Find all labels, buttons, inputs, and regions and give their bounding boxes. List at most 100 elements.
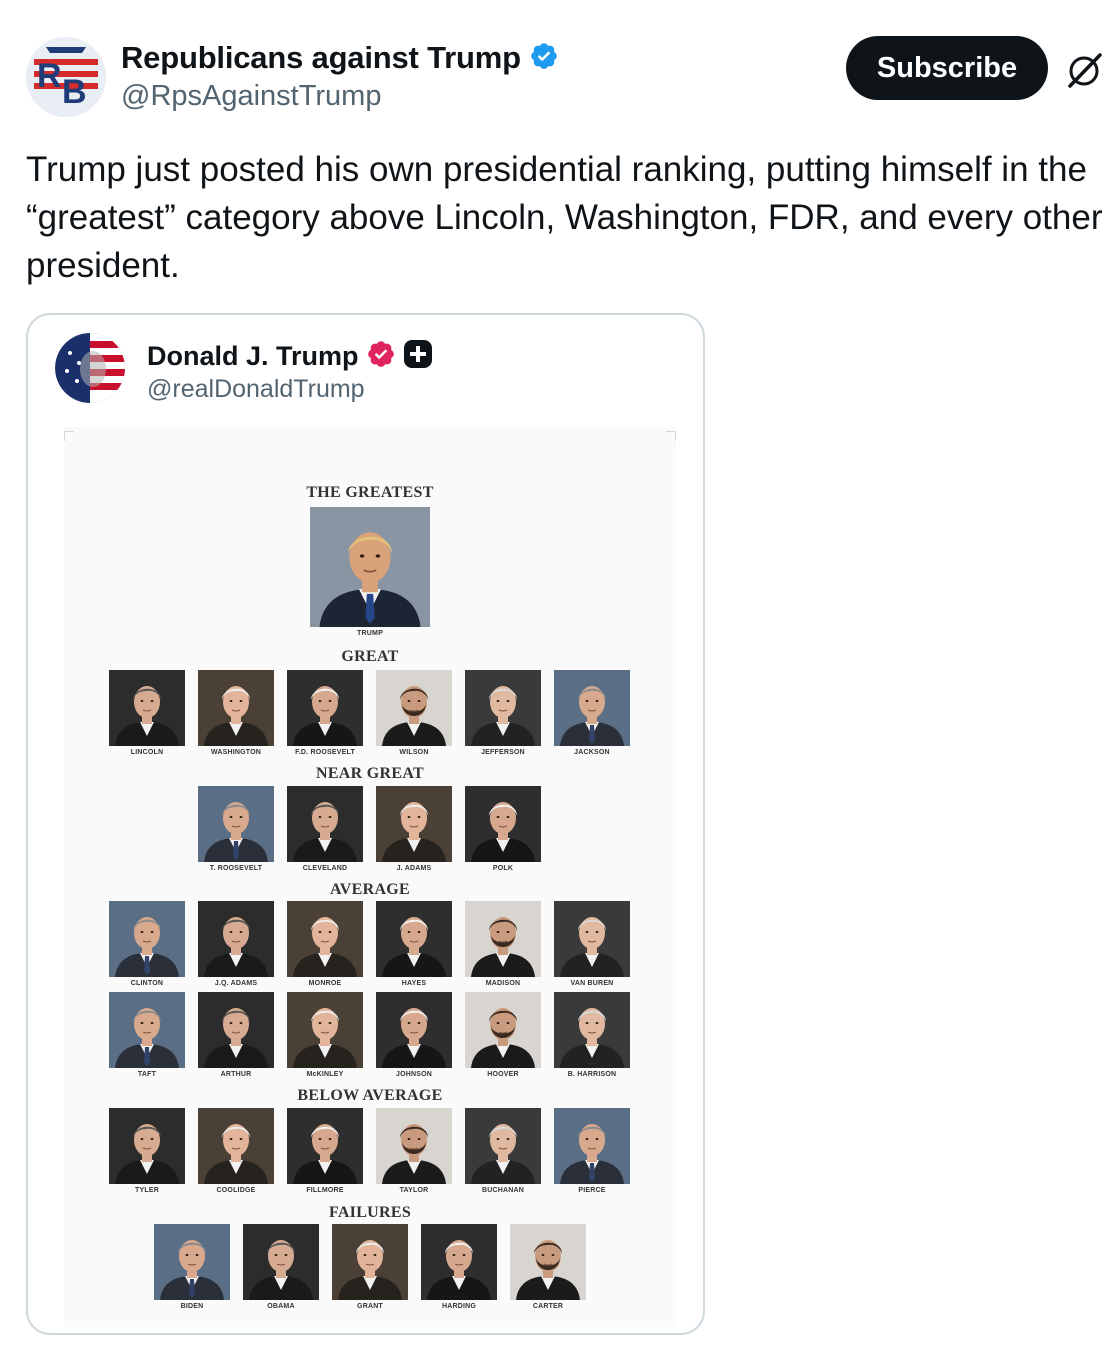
president-card: TAFT (109, 992, 185, 1078)
president-label: CLEVELAND (302, 865, 348, 872)
president-label: T. ROOSEVELT (209, 865, 263, 872)
portrait-image (465, 1108, 541, 1184)
portrait-image (376, 901, 452, 977)
president-label: TYLER (135, 1187, 159, 1194)
portrait-image (287, 1108, 363, 1184)
president-label: McKINLEY (306, 1071, 344, 1078)
crop-mark (64, 431, 74, 441)
portrait-image (376, 992, 452, 1068)
president-label: WASHINGTON (210, 749, 262, 756)
president-card: J. ADAMS (376, 786, 452, 872)
portrait-image (465, 992, 541, 1068)
president-card: HOOVER (465, 992, 541, 1078)
president-card: F.D. ROOSEVELT (287, 670, 363, 756)
portrait-image (332, 1224, 408, 1300)
portrait-image (376, 786, 452, 862)
account-avatar[interactable]: R B (26, 37, 106, 117)
president-label: WILSON (399, 749, 429, 756)
portrait-image (510, 1224, 586, 1300)
president-card: HAYES (376, 901, 452, 987)
portrait-image (198, 992, 274, 1068)
embedded-display-name[interactable]: Donald J. Trump (147, 341, 359, 372)
portrait-image (465, 786, 541, 862)
crop-mark (666, 431, 676, 441)
president-label: TAYLOR (399, 1187, 429, 1194)
author-name-row[interactable]: Republicans against Trump (121, 40, 559, 76)
portrait-image (554, 670, 630, 746)
president-card: COOLIDGE (198, 1108, 274, 1194)
tier-title-average: AVERAGE (329, 881, 411, 898)
portrait-image (421, 1224, 497, 1300)
president-label: JACKSON (574, 749, 610, 756)
author-display-name[interactable]: Republicans against Trump (121, 40, 521, 76)
president-card: MADISON (465, 901, 541, 987)
president-label: MADISON (485, 980, 521, 987)
president-card: J.Q. ADAMS (198, 901, 274, 987)
president-label: HOOVER (487, 1071, 519, 1078)
president-card: HARDING (421, 1224, 497, 1310)
president-card: JOHNSON (376, 992, 452, 1078)
portrait-image (109, 1108, 185, 1184)
president-card: VAN BUREN (554, 901, 630, 987)
president-card: GRANT (332, 1224, 408, 1310)
president-card: POLK (465, 786, 541, 872)
portrait-image (376, 670, 452, 746)
president-label: HARDING (441, 1303, 477, 1310)
president-label: GRANT (357, 1303, 383, 1310)
verified-badge-icon (529, 41, 559, 76)
president-label: JEFFERSON (481, 749, 525, 756)
tier-title-failures: FAILURES (328, 1204, 412, 1221)
portrait-image (198, 1108, 274, 1184)
president-card: LINCOLN (109, 670, 185, 756)
president-label: POLK (492, 865, 514, 872)
svg-text:R: R (37, 57, 62, 95)
president-card: JACKSON (554, 670, 630, 756)
tweet-text: Trump just posted his own presidential r… (26, 150, 1103, 285)
president-label: ARTHUR (220, 1071, 252, 1078)
embedded-avatar[interactable] (55, 333, 125, 403)
president-card: T. ROOSEVELT (198, 786, 274, 872)
president-label: TRUMP (357, 630, 383, 637)
president-card: McKINLEY (287, 992, 363, 1078)
president-label: COOLIDGE (216, 1187, 256, 1194)
president-label: LINCOLN (130, 749, 164, 756)
embedded-handle[interactable]: @realDonaldTrump (147, 375, 365, 404)
president-card: TRUMP (310, 507, 430, 637)
president-label: MONROE (308, 980, 342, 987)
tier-title-greatest: THE GREATEST (306, 484, 434, 501)
president-label: B. HARRISON (567, 1071, 617, 1078)
president-label: JOHNSON (395, 1071, 433, 1078)
portrait-image (376, 1108, 452, 1184)
portrait-image (310, 507, 430, 627)
portrait-image (198, 901, 274, 977)
ranking-image[interactable]: THE GREATEST TRUMP GREAT LINCOLN WASHINGT… (64, 427, 676, 1327)
president-card: BUCHANAN (465, 1108, 541, 1194)
president-card: FILLMORE (287, 1108, 363, 1194)
president-label: BIDEN (180, 1303, 204, 1310)
president-card: JEFFERSON (465, 670, 541, 756)
president-card: CARTER (510, 1224, 586, 1310)
embedded-post-card[interactable]: Donald J. Trump @realDonaldTrump THE GRE… (26, 313, 705, 1335)
president-label: TAFT (137, 1071, 157, 1078)
president-card: CLEVELAND (287, 786, 363, 872)
portrait-image (465, 901, 541, 977)
president-card: PIERCE (554, 1108, 630, 1194)
portrait-image (109, 992, 185, 1068)
portrait-image (554, 901, 630, 977)
portrait-image (109, 901, 185, 977)
president-label: HAYES (401, 980, 427, 987)
portrait-image (287, 992, 363, 1068)
grok-icon[interactable] (1064, 50, 1104, 90)
author-handle[interactable]: @RpsAgainstTrump (121, 80, 381, 113)
portrait-image (198, 786, 274, 862)
subscribe-button[interactable]: Subscribe (846, 36, 1048, 100)
president-card: OBAMA (243, 1224, 319, 1310)
president-card: B. HARRISON (554, 992, 630, 1078)
embedded-name-row[interactable]: Donald J. Trump (147, 339, 433, 374)
portrait-image (465, 670, 541, 746)
plus-badge-icon (403, 339, 433, 374)
portrait-image (109, 670, 185, 746)
tier-title-great: GREAT (341, 648, 399, 665)
president-label: FILLMORE (306, 1187, 344, 1194)
president-label: CLINTON (130, 980, 164, 987)
